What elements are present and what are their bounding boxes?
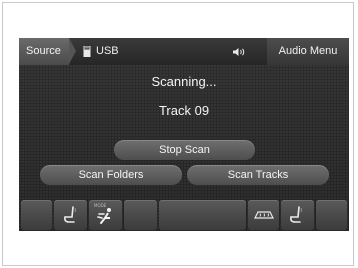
source-button[interactable]: Source: [19, 38, 69, 65]
scan-folders-button[interactable]: Scan Folders: [40, 165, 182, 185]
stop-scan-button[interactable]: Stop Scan: [114, 140, 255, 160]
audio-menu-button[interactable]: Audio Menu: [267, 38, 349, 65]
source-label: Source: [26, 45, 61, 57]
bottom-slot-8[interactable]: [316, 200, 347, 230]
bottom-slot-5[interactable]: [159, 200, 246, 230]
fan-mode-button[interactable]: MODE: [89, 200, 122, 230]
usb-label: USB: [96, 45, 119, 57]
usb-icon: [83, 46, 91, 57]
scan-tracks-label: Scan Tracks: [227, 169, 289, 181]
scanning-status: Scanning...: [151, 74, 217, 89]
bottom-slot-4[interactable]: [124, 200, 157, 230]
track-number: Track 09: [158, 103, 210, 118]
fan-mode-icon: [97, 208, 111, 224]
scan-tracks-button[interactable]: Scan Tracks: [187, 165, 329, 185]
source-chevron-icon: [69, 38, 76, 64]
top-bar: Source USB Audio Menu: [19, 38, 349, 65]
rear-defrost-icon: [254, 211, 274, 219]
driver-seat-heat-icon: [64, 206, 76, 223]
driver-seat-heat-button[interactable]: [54, 200, 87, 230]
rear-defrost-button[interactable]: [248, 200, 279, 230]
bottom-slot-1[interactable]: [21, 200, 52, 230]
passenger-seat-heat-icon: [290, 206, 302, 223]
speaker-volume-icon: [233, 48, 245, 56]
audio-screen: Source USB Audio Menu Scanning... Track …: [19, 38, 349, 231]
scan-folders-label: Scan Folders: [78, 169, 144, 181]
climate-bottom-bar: MODE: [19, 198, 349, 231]
stop-scan-label: Stop Scan: [159, 144, 210, 156]
passenger-seat-heat-button[interactable]: [281, 200, 314, 230]
audio-menu-label: Audio Menu: [278, 45, 338, 57]
